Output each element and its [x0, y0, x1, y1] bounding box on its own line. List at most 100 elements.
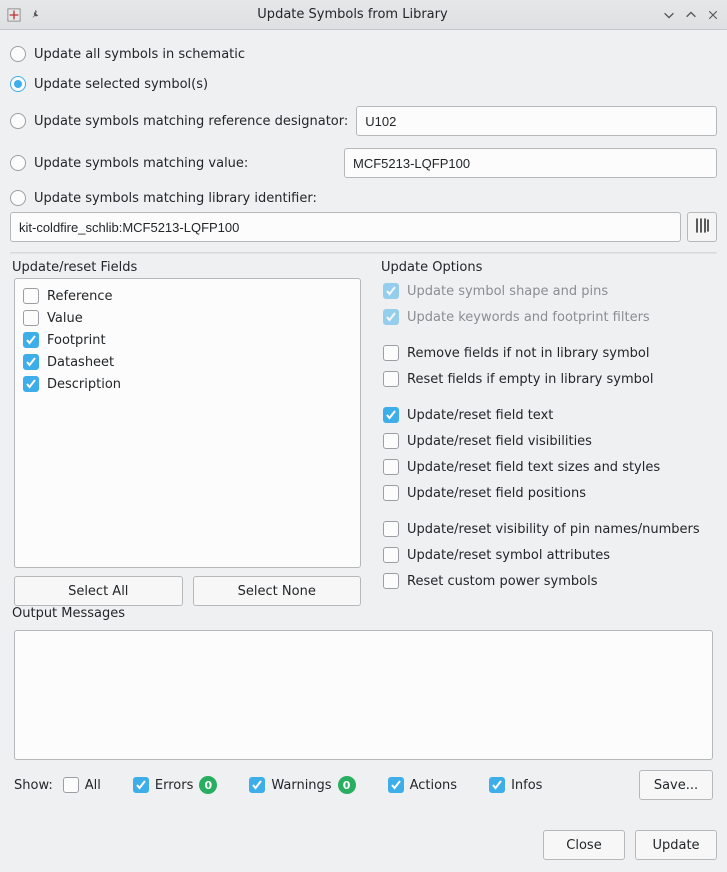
divider [10, 252, 717, 254]
radio-label: Update symbols matching reference design… [34, 114, 348, 129]
checkbox[interactable] [489, 777, 505, 793]
checkbox[interactable] [23, 332, 39, 348]
show-actions[interactable]: Actions [388, 777, 458, 793]
checkbox[interactable] [133, 777, 149, 793]
checkbox[interactable] [383, 485, 399, 501]
opt-label: Update/reset field text [407, 408, 553, 423]
checkbox[interactable] [388, 777, 404, 793]
radio-update-selected[interactable]: Update selected symbol(s) [10, 76, 717, 92]
save-button[interactable]: Save... [639, 770, 713, 800]
opt-field-size[interactable]: Update/reset field text sizes and styles [383, 454, 713, 480]
opt-keywords: Update keywords and footprint filters [383, 304, 713, 330]
field-description[interactable]: Description [21, 373, 354, 395]
opt-label: Reset fields if empty in library symbol [407, 372, 653, 387]
opt-pin-names-vis[interactable]: Update/reset visibility of pin names/num… [383, 516, 713, 542]
opt-label: Remove fields if not in library symbol [407, 346, 649, 361]
show-all-label: All [85, 778, 101, 793]
library-browse-button[interactable] [687, 212, 717, 242]
field-value[interactable]: Value [21, 307, 354, 329]
output-messages-group: Output Messages Show: All Errors 0 Warni… [10, 610, 717, 804]
update-button[interactable]: Update [635, 830, 717, 860]
checkbox[interactable] [23, 310, 39, 326]
radio-label: Update symbols matching value: [34, 156, 336, 171]
field-label: Value [47, 311, 83, 326]
close-button[interactable]: Close [543, 830, 625, 860]
opt-reset-empty[interactable]: Reset fields if empty in library symbol [383, 366, 713, 392]
radio-value[interactable]: Update symbols matching value: [10, 148, 717, 178]
checkbox[interactable] [249, 777, 265, 793]
library-icon [694, 217, 710, 237]
checkbox[interactable] [383, 345, 399, 361]
refdes-input[interactable] [356, 106, 717, 136]
checkbox[interactable] [63, 777, 79, 793]
radio-update-all[interactable]: Update all symbols in schematic [10, 46, 717, 62]
errors-count: 0 [199, 776, 217, 794]
warnings-label: Warnings [271, 778, 331, 793]
radio-label: Update selected symbol(s) [34, 77, 208, 92]
field-datasheet[interactable]: Datasheet [21, 351, 354, 373]
field-reference[interactable]: Reference [21, 285, 354, 307]
field-label: Datasheet [47, 355, 114, 370]
radio-label: Update all symbols in schematic [34, 47, 245, 62]
output-legend: Output Messages [10, 606, 127, 621]
checkbox[interactable] [383, 521, 399, 537]
opt-field-vis[interactable]: Update/reset field visibilities [383, 428, 713, 454]
close-icon[interactable] [705, 7, 721, 23]
opt-label: Update symbol shape and pins [407, 284, 608, 299]
options-legend: Update Options [379, 260, 484, 275]
checkbox[interactable] [383, 433, 399, 449]
opt-label: Reset custom power symbols [407, 574, 598, 589]
radio-refdes[interactable]: Update symbols matching reference design… [10, 106, 717, 136]
checkbox[interactable] [23, 288, 39, 304]
minimize-icon[interactable] [661, 7, 677, 23]
show-infos[interactable]: Infos [489, 777, 542, 793]
radio-libid[interactable]: Update symbols matching library identifi… [10, 190, 717, 206]
actions-label: Actions [410, 778, 458, 793]
select-all-button[interactable]: Select All [14, 576, 183, 606]
checkbox[interactable] [383, 407, 399, 423]
show-all[interactable]: All [63, 777, 101, 793]
show-warnings[interactable]: Warnings 0 [249, 776, 355, 794]
field-label: Footprint [47, 333, 106, 348]
field-footprint[interactable]: Footprint [21, 329, 354, 351]
opt-field-pos[interactable]: Update/reset field positions [383, 480, 713, 506]
show-errors[interactable]: Errors 0 [133, 776, 217, 794]
window-title: Update Symbols from Library [50, 7, 655, 22]
errors-label: Errors [155, 778, 193, 793]
checkbox[interactable] [23, 376, 39, 392]
checkbox[interactable] [383, 547, 399, 563]
maximize-icon[interactable] [683, 7, 699, 23]
show-label: Show: [14, 778, 53, 793]
fields-list: Reference Value Footprint Datasheet Desc… [14, 278, 361, 568]
warnings-count: 0 [338, 776, 356, 794]
checkbox[interactable] [383, 371, 399, 387]
infos-label: Infos [511, 778, 542, 793]
opt-label: Update/reset field text sizes and styles [407, 460, 660, 475]
checkbox [383, 309, 399, 325]
opt-sym-attrs[interactable]: Update/reset symbol attributes [383, 542, 713, 568]
libid-input[interactable] [10, 212, 681, 242]
pin-icon[interactable] [28, 7, 44, 23]
radio-icon[interactable] [10, 113, 26, 129]
opt-field-text[interactable]: Update/reset field text [383, 402, 713, 428]
checkbox[interactable] [383, 573, 399, 589]
select-none-button[interactable]: Select None [193, 576, 362, 606]
checkbox[interactable] [23, 354, 39, 370]
field-label: Reference [47, 289, 112, 304]
opt-label: Update keywords and footprint filters [407, 310, 650, 325]
radio-icon[interactable] [10, 76, 26, 92]
titlebar: Update Symbols from Library [0, 0, 727, 30]
opt-label: Update/reset visibility of pin names/num… [407, 522, 700, 537]
field-label: Description [47, 377, 121, 392]
app-icon [6, 7, 22, 23]
radio-icon[interactable] [10, 46, 26, 62]
update-fields-group: Update/reset Fields Reference Value Foot… [10, 264, 365, 610]
opt-label: Update/reset field positions [407, 486, 586, 501]
radio-icon[interactable] [10, 155, 26, 171]
opt-remove-fields[interactable]: Remove fields if not in library symbol [383, 340, 713, 366]
output-messages-area[interactable] [14, 630, 713, 760]
checkbox[interactable] [383, 459, 399, 475]
value-input[interactable] [344, 148, 717, 178]
radio-icon[interactable] [10, 190, 26, 206]
opt-reset-power[interactable]: Reset custom power symbols [383, 568, 713, 594]
